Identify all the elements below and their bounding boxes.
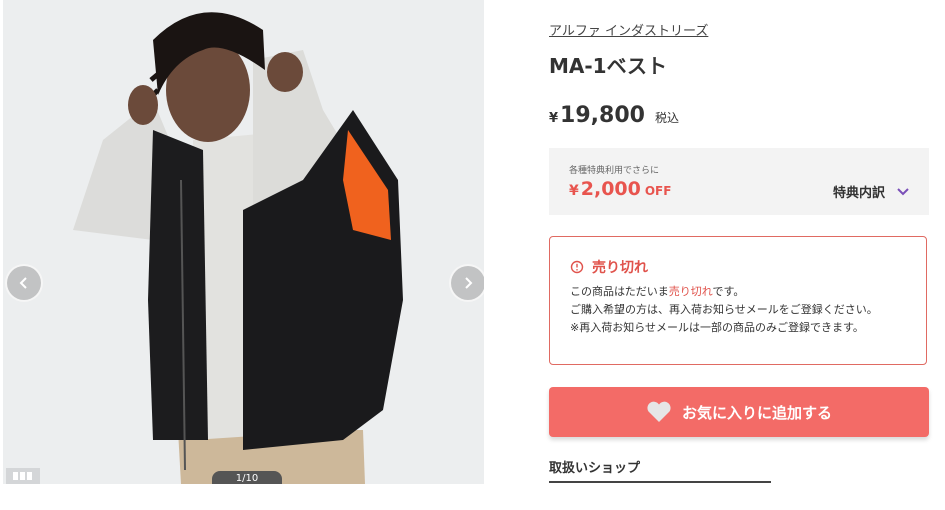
image-counter: 1/10 [212, 471, 282, 484]
discount-caption: 各種特典利用でさらに [569, 166, 660, 176]
chevron-left-icon [19, 277, 27, 289]
soldout-line-1-start: この商品はただいま [570, 285, 669, 298]
thumbnail-grid-button[interactable] [6, 468, 40, 484]
grid-icon [13, 472, 32, 480]
discount-amount: ¥2,000 OFF [569, 178, 671, 200]
next-image-button[interactable] [449, 264, 484, 302]
product-photo [3, 0, 484, 484]
soldout-header: 売り切れ [570, 257, 648, 277]
soldout-highlight: 売り切れ [668, 285, 713, 298]
price-value: 19,800 [560, 103, 645, 128]
product-title: MA-1ベスト [549, 54, 667, 78]
soldout-line-1-end: です。 [712, 285, 745, 298]
product-image-gallery[interactable]: 1/10 [3, 0, 484, 484]
chevron-down-icon [897, 187, 909, 195]
previous-image-button[interactable] [5, 264, 43, 302]
shop-section-heading: 取扱いショップ [549, 461, 641, 476]
discount-breakdown-label: 特典内訳 [832, 186, 885, 201]
add-to-favorites-label: お気に入りに追加する [681, 403, 832, 422]
shop-section-divider [549, 481, 771, 483]
soldout-line-3: ※再入荷お知らせメールは一部の商品のみご登録できます。 [570, 321, 864, 334]
price-currency: ¥ [549, 111, 559, 126]
tax-label: 税込 [654, 111, 679, 125]
discount-currency: ¥ [569, 183, 579, 199]
discount-off-label: OFF [644, 184, 672, 198]
add-to-favorites-button[interactable]: お気に入りに追加する [549, 387, 929, 437]
soldout-message: この商品はただいま売り切れです。 ご購入希望の方は、再入荷お知らせメールをご登録… [570, 283, 878, 337]
price-row: ¥ 19,800 税込 [549, 103, 679, 128]
chevron-right-icon [465, 277, 473, 289]
brand-link[interactable]: アルファ インダストリーズ [549, 20, 708, 39]
heart-icon [647, 401, 671, 422]
alert-clock-icon [570, 260, 584, 274]
soldout-notice: 売り切れ この商品はただいま売り切れです。 ご購入希望の方は、再入荷お知らせメー… [549, 236, 927, 365]
discount-value: 2,000 [580, 178, 641, 200]
soldout-line-1: この商品はただいま売り切れです。 [570, 283, 878, 301]
soldout-line-2: ご購入希望の方は、再入荷お知らせメールをご登録ください。 [570, 303, 878, 316]
discount-breakdown-toggle[interactable]: 特典内訳 [833, 182, 909, 201]
discount-box: 各種特典利用でさらに ¥2,000 OFF 特典内訳 [549, 148, 929, 215]
soldout-title: 売り切れ [592, 260, 648, 276]
